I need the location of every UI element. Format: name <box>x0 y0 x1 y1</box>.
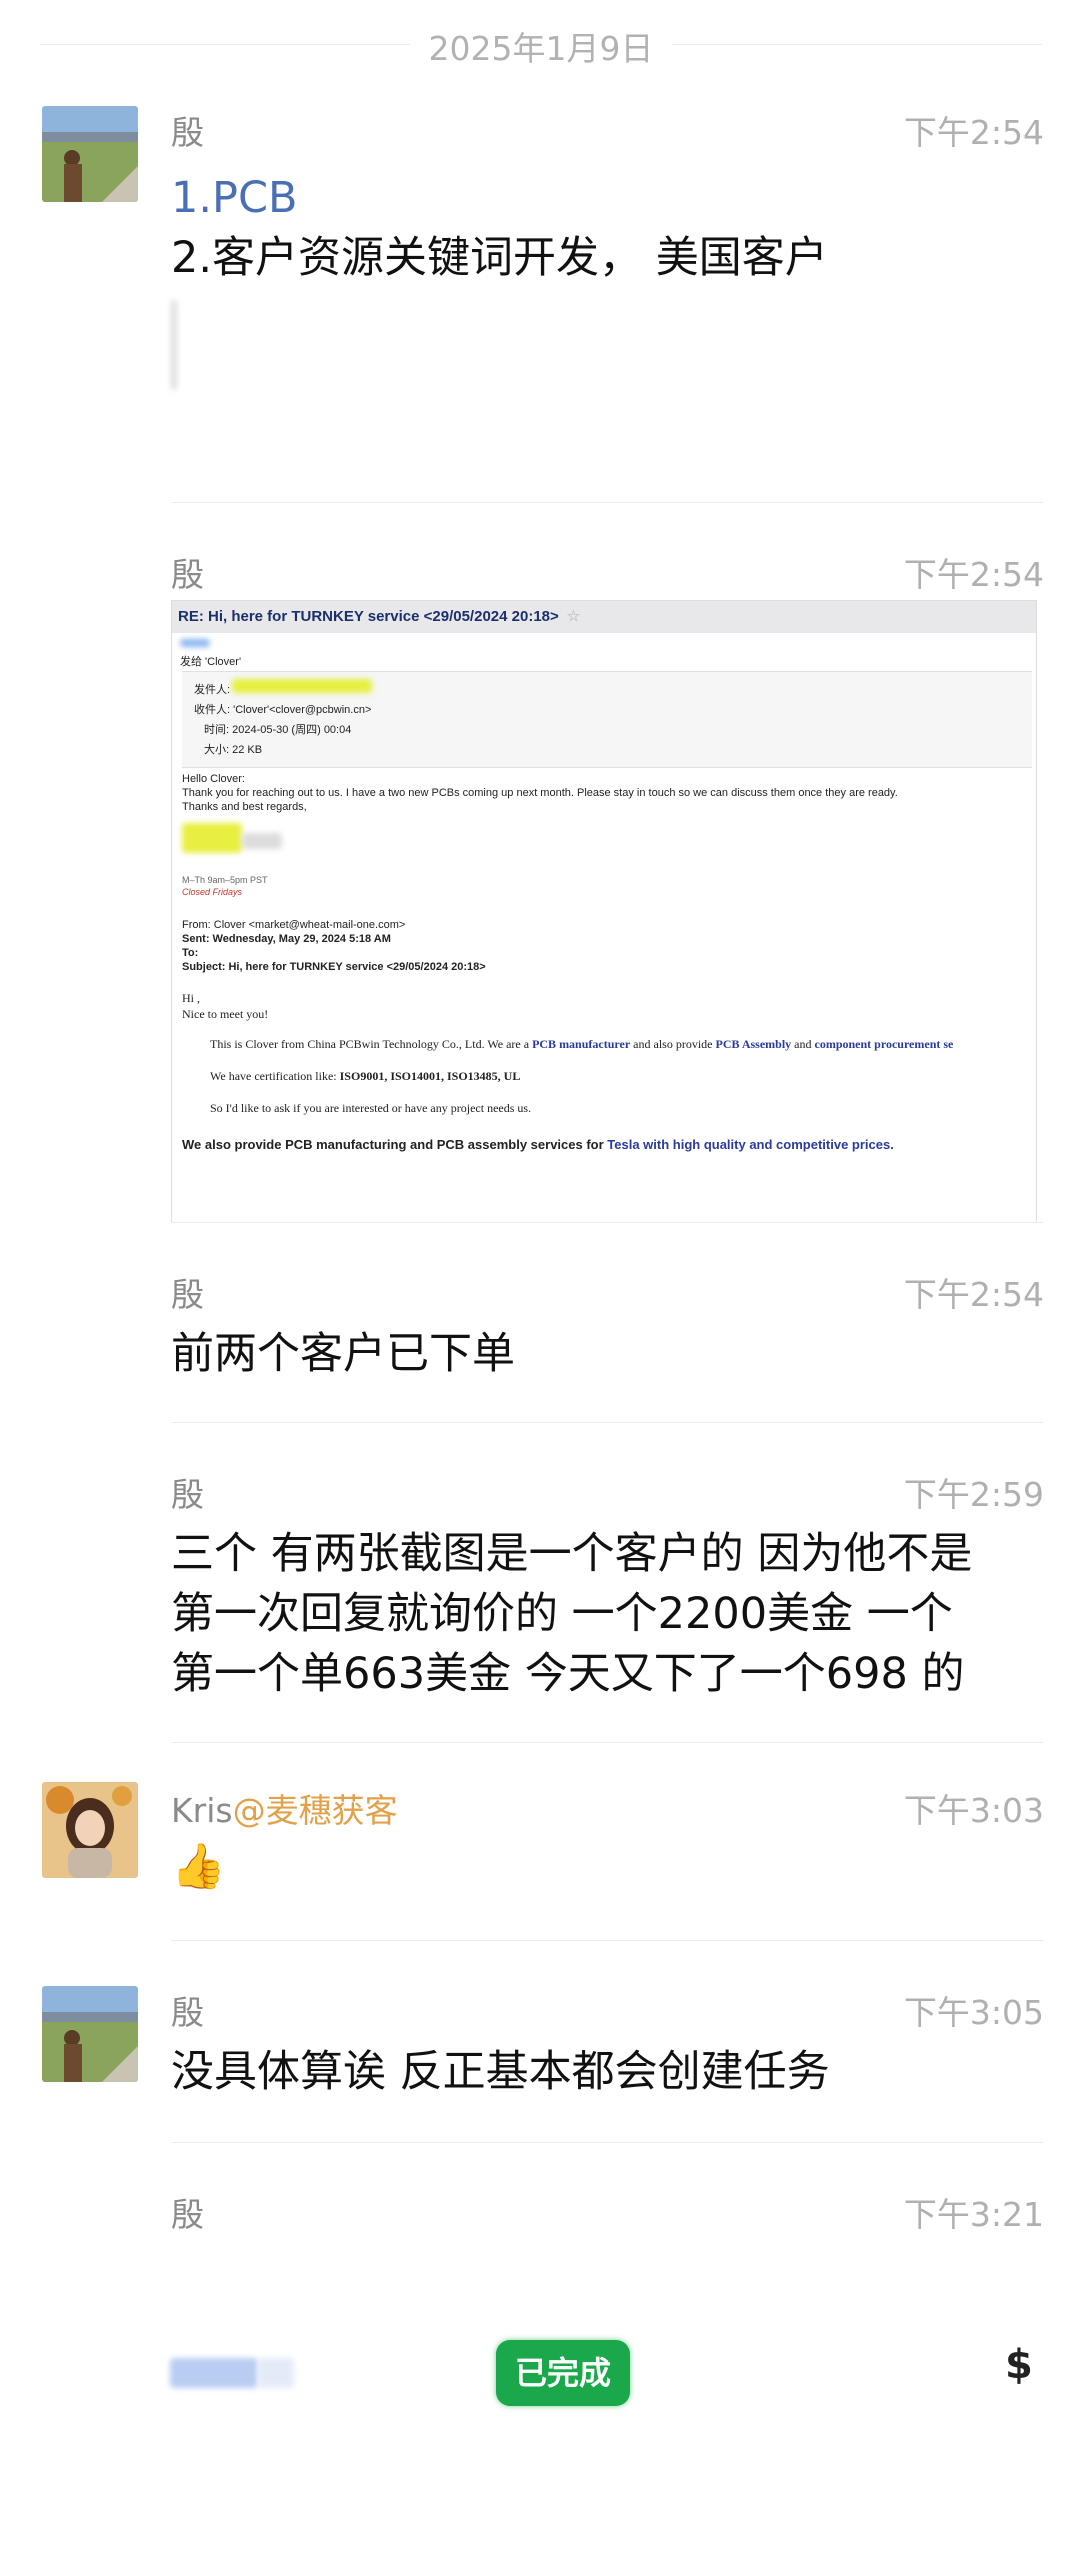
message-text: 1.PCB <box>171 173 298 223</box>
email-hours: M–Th 9am–5pm PST <box>182 875 268 885</box>
sender-name[interactable]: 殷 <box>171 2188 204 2236</box>
message-divider <box>171 1422 1044 1423</box>
blurred-text <box>171 300 177 390</box>
quoted-paragraph-3: So I'd like to ask if you are interested… <box>210 1101 532 1115</box>
blurred-avatar <box>180 639 210 647</box>
email-from-label: 发件人: <box>194 684 231 696</box>
date-separator: 2025年1月9日 <box>0 0 1082 90</box>
completed-button[interactable]: 已完成 <box>496 2340 630 2406</box>
blurred-content <box>170 2358 258 2388</box>
sender-group-name[interactable]: @麦穗获客 <box>233 1791 398 1830</box>
message-text: 前两个客户已下单 <box>171 1329 515 1379</box>
message-time: 下午3:03 <box>903 1791 1044 1830</box>
avatar[interactable] <box>42 1782 138 1878</box>
message-text: 2.客户资源关键词开发， 美国客户 <box>171 233 828 283</box>
sender-name[interactable]: 殷 <box>171 1468 204 1516</box>
email-size: 大小: 22 KB <box>204 744 263 756</box>
blurred-signature <box>182 823 242 853</box>
star-icon: ☆ <box>566 608 581 625</box>
email-subject-bar: RE: Hi, here for TURNKEY service <29/05/… <box>172 601 1036 633</box>
message-divider <box>171 1742 1044 1743</box>
message-text: 第一个单663美金 今天又下了一个698 的 <box>171 1649 965 1699</box>
quoted-nice: Nice to meet you! <box>182 1007 269 1021</box>
message-time: 下午3:21 <box>903 2195 1044 2234</box>
message-time: 下午2:54 <box>903 1275 1044 1314</box>
message-time: 下午2:54 <box>903 113 1044 152</box>
screenshot-image-strip[interactable]: 已完成 $ <box>0 2330 1082 2430</box>
quoted-paragraph-4: We also provide PCB manufacturing and PC… <box>182 1137 894 1152</box>
message-text: 三个 有两张截图是一个客户的 因为他不是 <box>171 1529 973 1579</box>
quoted-to: To: <box>182 947 199 959</box>
message-divider <box>171 1222 1044 1223</box>
blurred-content <box>258 2358 294 2388</box>
blurred-sender <box>232 679 372 693</box>
message-time: 下午2:59 <box>903 1475 1044 1514</box>
thumbs-up-emoji: 👍 <box>171 1841 226 1892</box>
email-recipient: 收件人: 'Clover'<clover@pcbwin.cn> <box>194 704 372 716</box>
blurred-signature <box>242 833 282 849</box>
avatar[interactable] <box>42 1986 138 2082</box>
avatar[interactable] <box>42 106 138 202</box>
message-divider <box>171 502 1044 503</box>
email-time: 时间: 2024-05-30 (周四) 00:04 <box>204 724 352 736</box>
quoted-subject: Subject: Hi, here for TURNKEY service <2… <box>182 961 486 973</box>
dollar-sign: $ <box>1005 2342 1033 2388</box>
message-divider <box>171 1940 1044 1941</box>
message-text: 没具体算诶 反正基本都会创建任务 <box>171 2047 830 2097</box>
message-text: 第一次回复就询价的 一个2200美金 一个 <box>171 1589 953 1639</box>
email-greeting: Hello Clover: <box>182 773 245 785</box>
message-time: 下午3:05 <box>903 1993 1044 2032</box>
date-label: 2025年1月9日 <box>428 29 654 68</box>
email-closed: Closed Fridays <box>182 887 243 897</box>
message-time: 下午2:54 <box>903 555 1044 594</box>
sender-name[interactable]: 殷 <box>171 1268 204 1316</box>
email-screenshot-image[interactable]: RE: Hi, here for TURNKEY service <29/05/… <box>171 600 1037 1223</box>
quoted-hi: Hi , <box>182 991 200 1005</box>
sender-name[interactable]: 殷 <box>171 106 204 154</box>
message-divider <box>171 2142 1044 2143</box>
sender-name[interactable]: Kris@麦穗获客 <box>171 1784 398 1832</box>
quoted-from: From: Clover <market@wheat-mail-one.com> <box>182 919 406 931</box>
email-reply: Thank you for reaching out to us. I have… <box>182 787 898 799</box>
separator-line <box>672 44 1042 45</box>
email-regards: Thanks and best regards, <box>182 801 307 813</box>
email-to-line: 发给 'Clover' <box>180 656 242 668</box>
quoted-paragraph-2: We have certification like: ISO9001, ISO… <box>210 1069 521 1083</box>
sender-name[interactable]: 殷 <box>171 548 204 596</box>
quoted-sent: Sent: Wednesday, May 29, 2024 5:18 AM <box>182 933 391 945</box>
quoted-paragraph-1: This is Clover from China PCBwin Technol… <box>210 1037 954 1051</box>
sender-name[interactable]: 殷 <box>171 1986 204 2034</box>
